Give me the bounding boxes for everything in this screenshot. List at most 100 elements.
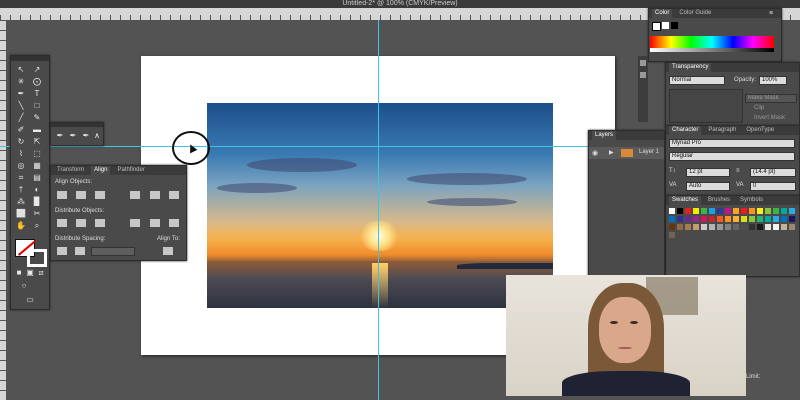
tab-transparency[interactable]: Transparency xyxy=(669,63,712,72)
vertical-guide[interactable] xyxy=(378,20,379,400)
horizontal-align-center-icon[interactable] xyxy=(76,191,86,199)
pen-tool-icon[interactable]: ✒ xyxy=(16,90,26,98)
font-size-field[interactable]: 12 pt xyxy=(686,168,730,177)
tracking-field[interactable]: 0 xyxy=(750,182,796,191)
slice-tool-icon[interactable]: ✂ xyxy=(32,210,42,218)
tab-paragraph[interactable]: Paragraph xyxy=(705,126,739,135)
column-graph-tool-icon[interactable]: ▉ xyxy=(32,198,42,206)
invert-mask-checkbox[interactable]: Invert Mask xyxy=(754,115,785,121)
lasso-tool-icon[interactable]: ⨀ xyxy=(32,78,42,86)
make-mask-button[interactable]: Make Mask xyxy=(745,94,797,103)
color-swatch[interactable] xyxy=(717,216,723,222)
pen-tool-icon[interactable]: ✒ xyxy=(55,132,65,140)
color-swatch[interactable] xyxy=(677,216,683,222)
color-swatch[interactable] xyxy=(693,208,699,214)
tab-opentype[interactable]: OpenType xyxy=(743,126,777,135)
horizontal-distribute-space-icon[interactable] xyxy=(75,247,85,255)
symbol-sprayer-tool-icon[interactable]: ⁂ xyxy=(16,198,26,206)
color-swatch[interactable] xyxy=(701,216,707,222)
color-swatch[interactable] xyxy=(781,208,787,214)
paintbrush-tool-icon[interactable]: ╱ xyxy=(16,114,26,122)
color-swatch[interactable] xyxy=(749,224,755,230)
tab-swatches[interactable]: Swatches xyxy=(669,196,702,205)
expand-arrow-icon[interactable]: ▶ xyxy=(609,149,614,156)
vertical-align-bottom-icon[interactable] xyxy=(169,191,179,199)
color-mode-icon[interactable]: ■ xyxy=(14,269,24,277)
color-swatch[interactable] xyxy=(709,224,715,230)
tab-transform[interactable]: Transform xyxy=(54,166,87,175)
color-swatch[interactable] xyxy=(669,208,675,214)
rectangle-tool-icon[interactable]: □ xyxy=(32,102,42,110)
horizontal-distribute-center-icon[interactable] xyxy=(150,219,160,227)
color-spectrum[interactable] xyxy=(650,36,774,48)
tab-color[interactable]: Color xyxy=(652,9,673,18)
color-swatch[interactable] xyxy=(717,224,723,230)
font-style-select[interactable]: Regular xyxy=(669,152,795,161)
color-swatch[interactable] xyxy=(677,232,683,238)
color-swatch[interactable] xyxy=(717,208,723,214)
color-swatch[interactable] xyxy=(741,224,747,230)
mesh-tool-icon[interactable]: ⌗ xyxy=(16,174,26,182)
hand-tool-icon[interactable]: ✋ xyxy=(16,222,26,230)
eye-icon[interactable]: ◉ xyxy=(592,149,598,157)
white-swatch[interactable] xyxy=(662,22,669,29)
color-swatch[interactable] xyxy=(709,208,715,214)
vertical-align-center-icon[interactable] xyxy=(150,191,160,199)
color-swatch[interactable] xyxy=(789,208,795,214)
none-mode-icon[interactable]: ⧄ xyxy=(36,269,46,277)
vertical-ruler[interactable] xyxy=(0,20,6,400)
blob-brush-tool-icon[interactable]: ✐ xyxy=(16,126,26,134)
type-tool-icon[interactable]: T xyxy=(32,90,42,98)
color-swatch[interactable] xyxy=(765,208,771,214)
shape-builder-tool-icon[interactable]: ◎ xyxy=(16,162,26,170)
zoom-tool-icon[interactable]: ⌕ xyxy=(32,222,42,230)
color-swatch[interactable] xyxy=(725,224,731,230)
opacity-field[interactable]: 100% xyxy=(759,76,787,85)
tab-color-guide[interactable]: Color Guide xyxy=(676,9,714,18)
color-swatch[interactable] xyxy=(701,224,707,230)
color-swatch[interactable] xyxy=(741,216,747,222)
dock-panel-icon[interactable] xyxy=(640,72,646,78)
color-swatch[interactable] xyxy=(765,224,771,230)
color-swatch[interactable] xyxy=(733,224,739,230)
free-transform-tool-icon[interactable]: ⬚ xyxy=(32,150,42,158)
color-swatch[interactable] xyxy=(701,208,707,214)
blend-mode-select[interactable]: Normal xyxy=(669,76,725,85)
horizontal-align-right-icon[interactable] xyxy=(95,191,105,199)
tab-layers[interactable]: Layers xyxy=(592,131,617,140)
magic-wand-tool-icon[interactable]: ✳ xyxy=(16,78,26,86)
width-tool-icon[interactable]: ⌇ xyxy=(16,150,26,158)
color-swatch[interactable] xyxy=(757,224,763,230)
layer-row[interactable]: ◉ ▶ Layer 1 xyxy=(589,147,664,159)
delete-anchor-point-icon[interactable]: ✒ xyxy=(81,132,91,140)
blend-tool-icon[interactable]: ◐ xyxy=(32,186,42,194)
color-swatch[interactable] xyxy=(757,208,763,214)
eyedropper-tool-icon[interactable]: † xyxy=(16,186,26,194)
vertical-distribute-bottom-icon[interactable] xyxy=(95,219,105,227)
kerning-field[interactable]: Auto xyxy=(686,182,730,191)
fill-swatch[interactable] xyxy=(652,22,661,31)
tools-panel-grip[interactable] xyxy=(11,56,49,61)
anchor-point-tool-icon[interactable]: ∧ xyxy=(92,132,102,140)
color-swatch[interactable] xyxy=(685,208,691,214)
color-swatch[interactable] xyxy=(757,216,763,222)
color-swatch[interactable] xyxy=(693,224,699,230)
layer-name[interactable]: Layer 1 xyxy=(639,149,659,155)
color-swatch[interactable] xyxy=(749,208,755,214)
gradient-mode-icon[interactable]: ▣ xyxy=(25,269,35,277)
tab-pathfinder[interactable]: Pathfinder xyxy=(114,166,147,175)
color-swatch[interactable] xyxy=(765,216,771,222)
color-swatch[interactable] xyxy=(669,232,675,238)
color-swatch[interactable] xyxy=(685,216,691,222)
color-swatch[interactable] xyxy=(789,224,795,230)
spacing-value-field[interactable] xyxy=(91,247,135,256)
tab-brushes[interactable]: Brushes xyxy=(705,196,733,205)
stroke-color-swatch[interactable] xyxy=(27,249,47,267)
color-swatch[interactable] xyxy=(725,216,731,222)
gradient-tool-icon[interactable]: ▤ xyxy=(32,174,42,182)
color-swatch[interactable] xyxy=(781,224,787,230)
color-swatch[interactable] xyxy=(677,208,683,214)
scale-tool-icon[interactable]: ⇱ xyxy=(32,138,42,146)
color-swatch[interactable] xyxy=(693,216,699,222)
color-swatch[interactable] xyxy=(709,216,715,222)
